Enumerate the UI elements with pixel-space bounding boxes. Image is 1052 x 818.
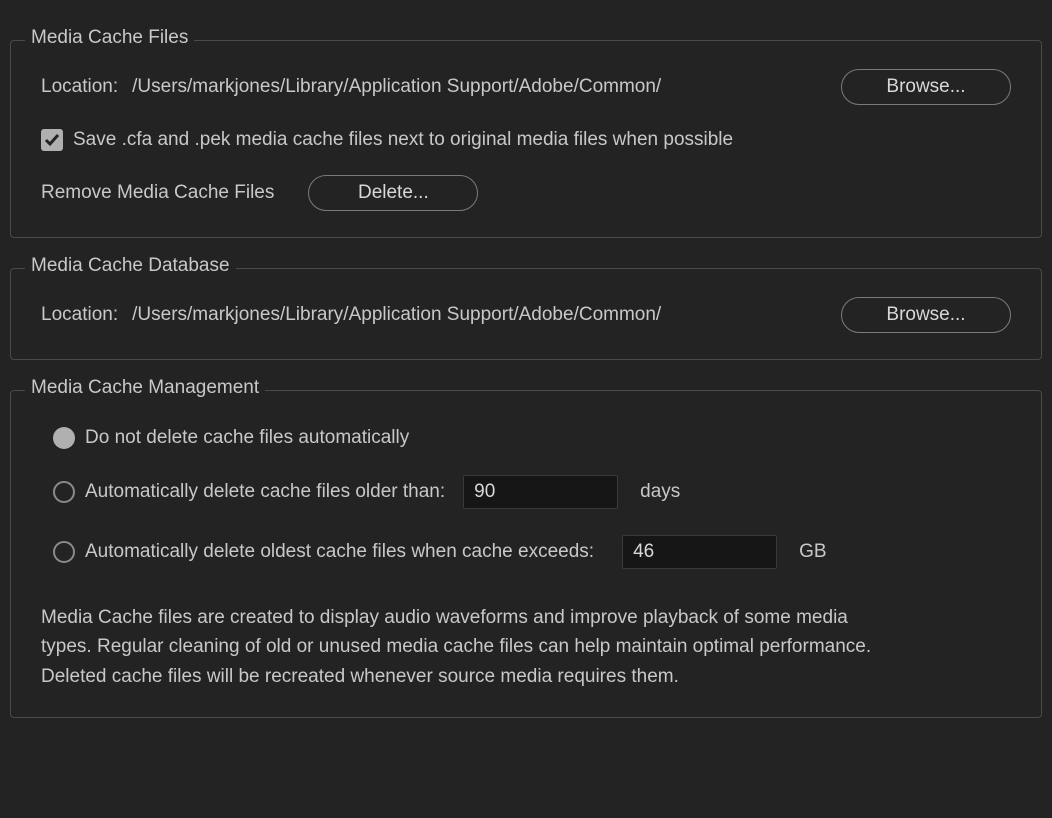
media-cache-files-legend: Media Cache Files [25, 27, 194, 49]
mgmt-option-1-label: Do not delete cache files automatically [85, 427, 409, 449]
mgmt-gb-unit: GB [799, 541, 826, 563]
mgmt-option-2-row: Automatically delete cache files older t… [53, 475, 1011, 509]
checkmark-icon [44, 132, 60, 148]
mgmt-option-2-label: Automatically delete cache files older t… [85, 481, 445, 503]
mgmt-description: Media Cache files are created to display… [41, 603, 891, 691]
media-cache-management-legend: Media Cache Management [25, 377, 265, 399]
cache-database-browse-button[interactable]: Browse... [841, 297, 1011, 333]
remove-cache-label: Remove Media Cache Files [41, 182, 274, 204]
cache-database-location-row: Location: /Users/markjones/Library/Appli… [41, 297, 1011, 333]
mgmt-option-2-radio[interactable] [53, 481, 75, 503]
mgmt-days-input[interactable] [463, 475, 618, 509]
media-cache-files-group: Media Cache Files Location: /Users/markj… [10, 40, 1042, 238]
media-cache-database-legend: Media Cache Database [25, 255, 236, 277]
cache-files-browse-button[interactable]: Browse... [841, 69, 1011, 105]
mgmt-option-3-radio[interactable] [53, 541, 75, 563]
media-cache-database-group: Media Cache Database Location: /Users/ma… [10, 268, 1042, 360]
mgmt-option-3-label: Automatically delete oldest cache files … [85, 541, 594, 563]
cache-files-location-path: /Users/markjones/Library/Application Sup… [132, 76, 831, 98]
mgmt-days-unit: days [640, 481, 680, 503]
save-cache-checkbox-label: Save .cfa and .pek media cache files nex… [73, 129, 733, 151]
save-cache-checkbox[interactable] [41, 129, 63, 151]
mgmt-option-3-row: Automatically delete oldest cache files … [53, 535, 1011, 569]
remove-cache-row: Remove Media Cache Files Delete... [41, 175, 1011, 211]
mgmt-option-1-radio[interactable] [53, 427, 75, 449]
cache-files-location-label: Location: [41, 76, 118, 98]
cache-database-location-label: Location: [41, 304, 118, 326]
cache-database-location-path: /Users/markjones/Library/Application Sup… [132, 304, 831, 326]
mgmt-option-1-row: Do not delete cache files automatically [53, 427, 1011, 449]
mgmt-gb-input[interactable] [622, 535, 777, 569]
media-cache-management-group: Media Cache Management Do not delete cac… [10, 390, 1042, 718]
save-cache-checkbox-row: Save .cfa and .pek media cache files nex… [41, 129, 1011, 151]
delete-cache-button[interactable]: Delete... [308, 175, 478, 211]
cache-files-location-row: Location: /Users/markjones/Library/Appli… [41, 69, 1011, 105]
